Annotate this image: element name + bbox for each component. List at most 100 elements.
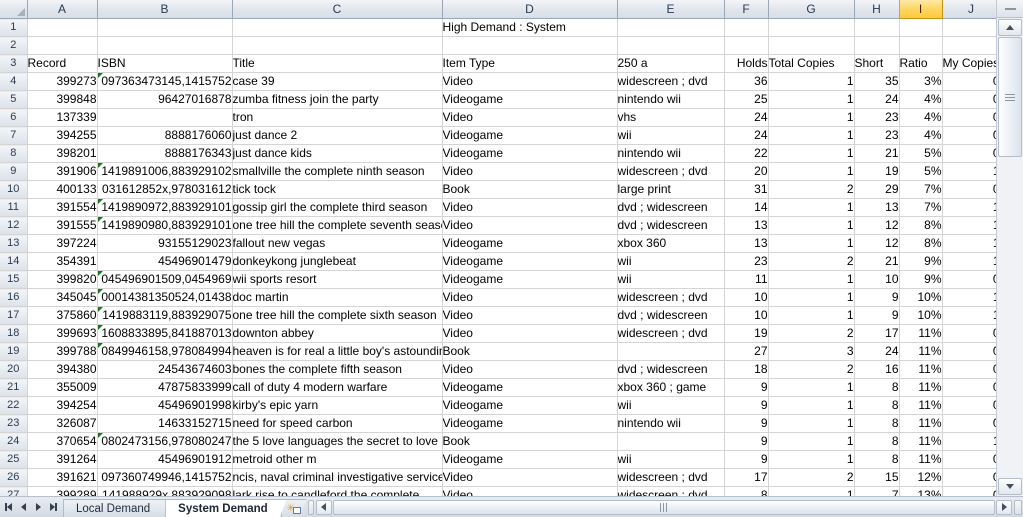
cell-total-copies-row-24[interactable]: 1 <box>768 432 855 451</box>
cell-isbn-row-7[interactable]: 8888176060 <box>97 126 233 145</box>
cell-total-copies-row-21[interactable]: 1 <box>768 378 855 397</box>
cell-item-type-row-6[interactable]: Video <box>442 108 618 127</box>
cell-ratio-row-17[interactable]: 10% <box>899 306 943 325</box>
cell-a1[interactable] <box>27 18 98 37</box>
cell-holds-row-21[interactable]: 9 <box>724 378 769 397</box>
cell-record-row-6[interactable]: 137339 <box>27 108 98 127</box>
cell-record-row-14[interactable]: 354391 <box>27 252 98 271</box>
cell-ratio-row-27[interactable]: 13% <box>899 486 943 496</box>
row-header-5[interactable]: 5 <box>0 90 28 109</box>
cell-item-type-row-7[interactable]: Videogame <box>442 126 618 145</box>
scroll-left-button[interactable] <box>315 499 332 515</box>
cell-holds-row-19[interactable]: 27 <box>724 342 769 361</box>
cell-short-row-15[interactable]: 10 <box>854 270 900 289</box>
horizontal-scrollbar[interactable] <box>306 497 1023 517</box>
cell-record-row-18[interactable]: 399693 <box>27 324 98 343</box>
cell-250a-row-20[interactable]: dvd ; widescreen <box>617 360 725 379</box>
cell-my-copies-row-17[interactable]: 1 <box>942 306 996 325</box>
worksheet-grid[interactable]: A B C D E F G H I J 1 High Demand: Syst… <box>0 0 996 496</box>
cell-item-type-row-5[interactable]: Videogame <box>442 90 618 109</box>
cell-total-copies-row-16[interactable]: 1 <box>768 288 855 307</box>
cell-isbn-row-17[interactable]: 1419883119,883929075 <box>97 306 233 325</box>
cell-holds-row-26[interactable]: 17 <box>724 468 769 487</box>
cell-short-row-17[interactable]: 9 <box>854 306 900 325</box>
cell-short-row-23[interactable]: 8 <box>854 414 900 433</box>
cell-ratio-row-6[interactable]: 4% <box>899 108 943 127</box>
cell-short-row-19[interactable]: 24 <box>854 342 900 361</box>
cell-my-copies-row-16[interactable]: 1 <box>942 288 996 307</box>
scroll-up-button[interactable] <box>998 19 1022 36</box>
cell-title-row-22[interactable]: kirby's epic yarn <box>232 396 443 415</box>
cell-item-type-row-13[interactable]: Videogame <box>442 234 618 253</box>
cell-my-copies-row-12[interactable]: 1 <box>942 216 996 235</box>
cell-short-row-11[interactable]: 13 <box>854 198 900 217</box>
cell-d1-report-title[interactable]: High Demand : System <box>442 18 618 37</box>
cell-isbn-row-25[interactable]: 45496901912 <box>97 450 233 469</box>
row-header-17[interactable]: 17 <box>0 306 28 325</box>
cell-record-row-7[interactable]: 394255 <box>27 126 98 145</box>
cell-holds-row-11[interactable]: 14 <box>724 198 769 217</box>
column-header-i[interactable]: I <box>899 0 943 19</box>
cell-total-copies-row-26[interactable]: 2 <box>768 468 855 487</box>
cell-f2[interactable] <box>724 36 769 55</box>
cell-item-type-row-10[interactable]: Book <box>442 180 618 199</box>
cell-e1[interactable] <box>617 18 725 37</box>
cell-my-copies-row-21[interactable]: 0 <box>942 378 996 397</box>
cell-my-copies-row-5[interactable]: 0 <box>942 90 996 109</box>
cell-total-copies-row-9[interactable]: 1 <box>768 162 855 181</box>
column-header-j[interactable]: J <box>942 0 996 19</box>
cell-c1[interactable] <box>232 18 443 37</box>
cell-total-copies-row-5[interactable]: 1 <box>768 90 855 109</box>
cell-holds-row-4[interactable]: 36 <box>724 72 769 91</box>
cell-isbn-row-23[interactable]: 14633152715 <box>97 414 233 433</box>
cell-my-copies-row-18[interactable]: 0 <box>942 324 996 343</box>
cell-holds-row-18[interactable]: 19 <box>724 324 769 343</box>
cell-250a-row-9[interactable]: widescreen ; dvd <box>617 162 725 181</box>
cell-record-row-15[interactable]: 399820 <box>27 270 98 289</box>
cell-total-copies-row-12[interactable]: 1 <box>768 216 855 235</box>
cell-short-row-7[interactable]: 23 <box>854 126 900 145</box>
cell-total-copies-row-13[interactable]: 1 <box>768 234 855 253</box>
select-all-corner-button[interactable] <box>0 0 28 19</box>
cell-short-row-4[interactable]: 35 <box>854 72 900 91</box>
cell-short-row-26[interactable]: 15 <box>854 468 900 487</box>
cell-ratio-row-20[interactable]: 11% <box>899 360 943 379</box>
vertical-scroll-thumb[interactable] <box>998 37 1022 157</box>
cell-h3-header-short[interactable]: Short <box>854 54 900 73</box>
cell-holds-row-17[interactable]: 10 <box>724 306 769 325</box>
cell-isbn-row-22[interactable]: 45496901998 <box>97 396 233 415</box>
cell-record-row-26[interactable]: 391621 <box>27 468 98 487</box>
cell-holds-row-9[interactable]: 20 <box>724 162 769 181</box>
column-header-c[interactable]: C <box>232 0 443 19</box>
cell-record-row-17[interactable]: 375860 <box>27 306 98 325</box>
column-header-a[interactable]: A <box>27 0 98 19</box>
cell-total-copies-row-14[interactable]: 2 <box>768 252 855 271</box>
cell-f3-header-holds[interactable]: Holds <box>724 54 769 73</box>
cell-isbn-row-14[interactable]: 45496901479 <box>97 252 233 271</box>
cell-item-type-row-24[interactable]: Book <box>442 432 618 451</box>
cell-isbn-row-19[interactable]: 0849946158,978084994 <box>97 342 233 361</box>
cell-item-type-row-27[interactable]: Video <box>442 486 618 496</box>
cell-a2[interactable] <box>27 36 98 55</box>
cell-short-row-8[interactable]: 21 <box>854 144 900 163</box>
cell-short-row-5[interactable]: 24 <box>854 90 900 109</box>
cell-title-row-27[interactable]: lark rise to candleford the complete <box>232 486 443 496</box>
cell-e2[interactable] <box>617 36 725 55</box>
row-header-20[interactable]: 20 <box>0 360 28 379</box>
cell-short-row-25[interactable]: 8 <box>854 450 900 469</box>
row-header-14[interactable]: 14 <box>0 252 28 271</box>
cell-my-copies-row-14[interactable]: 1 <box>942 252 996 271</box>
row-header-6[interactable]: 6 <box>0 108 28 127</box>
cell-my-copies-row-26[interactable]: 0 <box>942 468 996 487</box>
cell-d3-header-item-type[interactable]: Item Type <box>442 54 618 73</box>
cell-ratio-row-5[interactable]: 4% <box>899 90 943 109</box>
cell-i3-header-ratio[interactable]: Ratio <box>899 54 943 73</box>
row-header-24[interactable]: 24 <box>0 432 28 451</box>
cell-total-copies-row-8[interactable]: 1 <box>768 144 855 163</box>
cell-my-copies-row-23[interactable]: 0 <box>942 414 996 433</box>
cell-ratio-row-11[interactable]: 7% <box>899 198 943 217</box>
cell-g1[interactable] <box>768 18 855 37</box>
cell-isbn-row-8[interactable]: 8888176343 <box>97 144 233 163</box>
cell-holds-row-27[interactable]: 8 <box>724 486 769 496</box>
cell-record-row-11[interactable]: 391554 <box>27 198 98 217</box>
